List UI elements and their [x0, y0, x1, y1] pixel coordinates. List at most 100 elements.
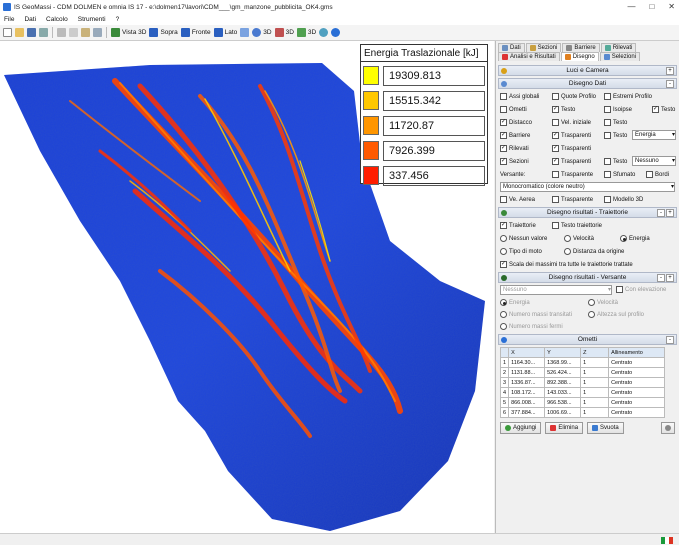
- quote-profilo-checkbox[interactable]: Quote Profilo: [552, 91, 604, 102]
- barriere-testo-checkbox[interactable]: Testo: [604, 130, 632, 141]
- nessun-valore-radio[interactable]: Nessun valore: [500, 233, 564, 244]
- menu-help[interactable]: ?: [116, 16, 120, 23]
- table-cell[interactable]: 1: [580, 397, 610, 408]
- tab-selezioni[interactable]: Selezioni: [599, 52, 641, 61]
- table-cell[interactable]: 1164.30...: [508, 357, 546, 368]
- copy-icon[interactable]: [69, 28, 78, 37]
- con-elevazione-checkbox[interactable]: Con elevazione: [616, 284, 666, 295]
- table-row[interactable]: 6 377.884... 1006.69... 1 Centrato: [499, 407, 666, 418]
- column-header[interactable]: Allineamento: [608, 347, 666, 358]
- expand-button[interactable]: +: [666, 67, 674, 75]
- table-cell[interactable]: 6: [499, 407, 510, 418]
- versante-velocita-radio[interactable]: Velocità: [588, 297, 668, 308]
- vista-3d-button[interactable]: Vista 3D: [111, 28, 146, 37]
- expand-button[interactable]: +: [666, 274, 674, 282]
- column-header[interactable]: Y: [544, 347, 582, 358]
- svuota-button[interactable]: Svuota: [587, 422, 624, 434]
- tab-analisi-risultati[interactable]: Analisi e Risultati: [498, 52, 560, 61]
- scala-massimi-checkbox[interactable]: ✓ Scala dei massimi tra tutte le traietto…: [500, 259, 670, 270]
- undo-icon[interactable]: [93, 28, 102, 37]
- table-cell[interactable]: 143.033...: [544, 387, 582, 398]
- numero-massi-fermi-radio[interactable]: Numero massi fermi: [500, 321, 588, 332]
- table-cell[interactable]: 2: [499, 367, 510, 378]
- table-row[interactable]: 3 1336.87... 892.388... 1 Centrato: [499, 377, 666, 388]
- column-header[interactable]: X: [508, 347, 546, 358]
- menu-calcolo[interactable]: Calcolo: [46, 16, 68, 23]
- ve-aerea-checkbox[interactable]: Ve. Aerea: [500, 194, 552, 205]
- distacco-testo-checkbox[interactable]: Testo: [604, 117, 674, 128]
- sezioni-label-select[interactable]: Nessuno ▾: [632, 156, 676, 166]
- isoipse-testo-checkbox[interactable]: ✓ Testo: [652, 104, 678, 115]
- section-luci-camera[interactable]: Luci e Camera +: [498, 65, 677, 76]
- rilevati-checkbox[interactable]: ✓ Rilevati: [500, 143, 552, 154]
- tab-disegno[interactable]: Disegno: [560, 52, 599, 61]
- rotate-icon[interactable]: [240, 28, 250, 37]
- table-cell[interactable]: 1: [580, 387, 610, 398]
- section-disegno-risultati-versante[interactable]: Disegno risultati - Versante - +: [498, 272, 677, 283]
- table-cell[interactable]: 966.538...: [544, 397, 582, 408]
- paste-icon[interactable]: [81, 28, 90, 37]
- traiettorie-checkbox[interactable]: ✓ Traiettorie: [500, 220, 552, 231]
- maximize-button[interactable]: □: [649, 2, 654, 11]
- collapse-button[interactable]: -: [666, 80, 674, 88]
- italian-flag-icon[interactable]: [661, 537, 673, 544]
- ometti-checkbox[interactable]: Ometti: [500, 104, 552, 115]
- lato-button[interactable]: Lato: [213, 28, 237, 37]
- table-cell[interactable]: Centrato: [608, 367, 666, 378]
- distanza-da-origine-radio[interactable]: Distanza da origine: [564, 246, 664, 257]
- energia-radio[interactable]: Energia: [620, 233, 670, 244]
- table-cell[interactable]: Centrato: [608, 377, 666, 388]
- table-cell[interactable]: 3: [499, 377, 510, 388]
- column-header[interactable]: [499, 347, 510, 358]
- distacco-checkbox[interactable]: ✓ Distacco: [500, 117, 552, 128]
- versante-trasparente-checkbox[interactable]: Trasparente: [552, 169, 604, 180]
- table-cell[interactable]: 526.424...: [544, 367, 582, 378]
- table-cell[interactable]: 1006.69...: [544, 407, 582, 418]
- sezioni-checkbox[interactable]: ✓ Sezioni: [500, 156, 552, 167]
- print-icon[interactable]: [39, 28, 48, 37]
- elimina-button[interactable]: Elimina: [545, 422, 584, 434]
- table-cell[interactable]: 1: [580, 357, 610, 368]
- expand-button[interactable]: +: [666, 209, 674, 217]
- settings-icon[interactable]: [319, 28, 329, 37]
- tipo-di-moto-radio[interactable]: Tipo di moto: [500, 246, 564, 257]
- table-cell[interactable]: 1: [499, 357, 510, 368]
- altezza-sul-profilo-radio[interactable]: Altezza sul profilo: [588, 309, 668, 320]
- versante-energia-radio[interactable]: Energia: [500, 297, 588, 308]
- testo-traiettorie-checkbox[interactable]: Testo traiettorie: [552, 220, 632, 231]
- tab-rilevati[interactable]: Rilevati: [600, 43, 637, 52]
- versante-result-select[interactable]: Nessuno ▾: [500, 284, 612, 295]
- tab-sezioni[interactable]: Sezioni: [525, 43, 562, 52]
- color-mode-select[interactable]: Monocromatico (colore neutro) ▾: [500, 181, 675, 192]
- section-ometti[interactable]: Ometti -: [498, 334, 677, 345]
- table-cell[interactable]: 1: [580, 407, 610, 418]
- save-icon[interactable]: [27, 28, 36, 37]
- tab-dati[interactable]: Dati: [498, 43, 525, 52]
- help-icon[interactable]: [331, 28, 341, 37]
- table-cell[interactable]: 5: [499, 397, 510, 408]
- menu-dati[interactable]: Dati: [24, 16, 36, 23]
- versante-sfumato-checkbox[interactable]: Sfumato: [604, 169, 646, 180]
- table-cell[interactable]: 1: [580, 367, 610, 378]
- numero-massi-transitati-radio[interactable]: Numero massi transitati: [500, 309, 588, 320]
- table-cell[interactable]: 4: [499, 387, 510, 398]
- assi-globali-checkbox[interactable]: Assi globali: [500, 91, 552, 102]
- section-disegno-dati[interactable]: Disegno Dati -: [498, 78, 677, 89]
- ometti-testo-checkbox[interactable]: ✓ Testo: [552, 104, 604, 115]
- table-cell[interactable]: Centrato: [608, 397, 666, 408]
- column-header[interactable]: Z: [580, 347, 610, 358]
- barriere-trasparenti-checkbox[interactable]: ✓ Trasparenti: [552, 130, 604, 141]
- estremi-profilo-checkbox[interactable]: Estremi Profilo: [604, 91, 674, 102]
- minimize-button[interactable]: —: [627, 2, 635, 11]
- collapse-button[interactable]: -: [666, 336, 674, 344]
- new-file-icon[interactable]: [3, 28, 12, 37]
- table-cell[interactable]: 108.172...: [508, 387, 546, 398]
- view-3d-button-2[interactable]: 3D: [274, 28, 294, 37]
- table-row[interactable]: 5 866.008... 966.538... 1 Centrato: [499, 397, 666, 408]
- sezioni-trasparenti-checkbox[interactable]: ✓ Trasparenti: [552, 156, 604, 167]
- sopra-button[interactable]: Sopra: [149, 28, 178, 37]
- tab-barriere[interactable]: Barriere: [562, 43, 600, 52]
- table-cell[interactable]: 1368.99...: [544, 357, 582, 368]
- barriere-checkbox[interactable]: ✓ Barriere: [500, 130, 552, 141]
- refresh-button[interactable]: [661, 422, 675, 434]
